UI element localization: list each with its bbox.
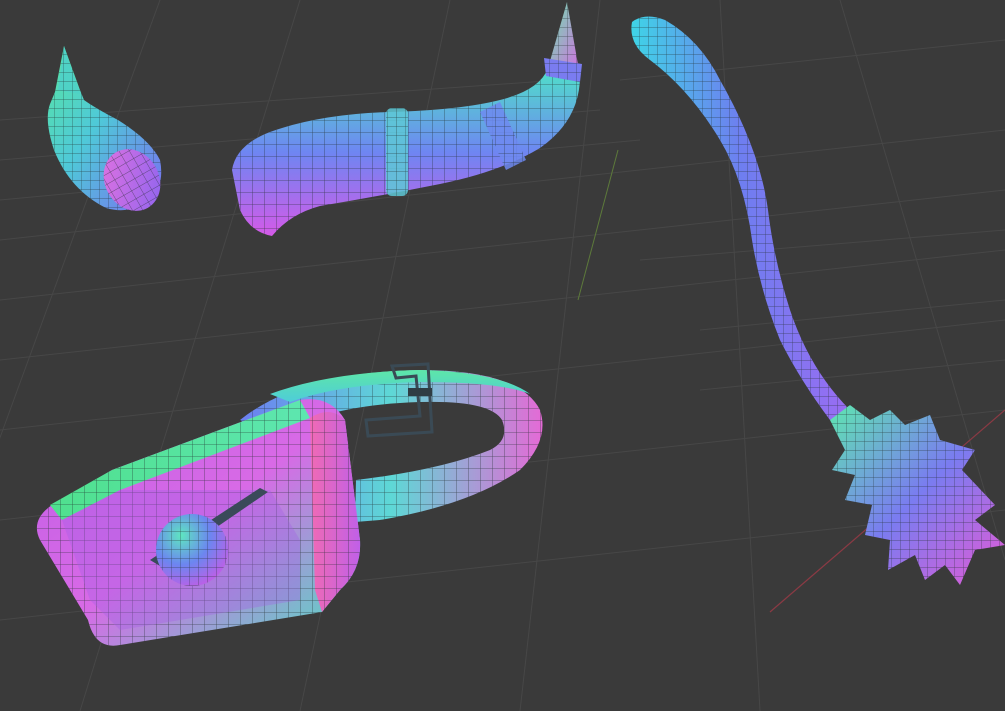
long-horn-mesh[interactable] xyxy=(232,2,582,236)
viewport-canvas[interactable] xyxy=(0,0,1005,711)
y-axis-line xyxy=(577,149,619,301)
bell-box-mesh[interactable] xyxy=(36,399,361,646)
3d-viewport[interactable] xyxy=(0,0,1005,711)
tail-mesh[interactable] xyxy=(631,16,1005,585)
small-horn-mesh[interactable] xyxy=(47,46,172,221)
